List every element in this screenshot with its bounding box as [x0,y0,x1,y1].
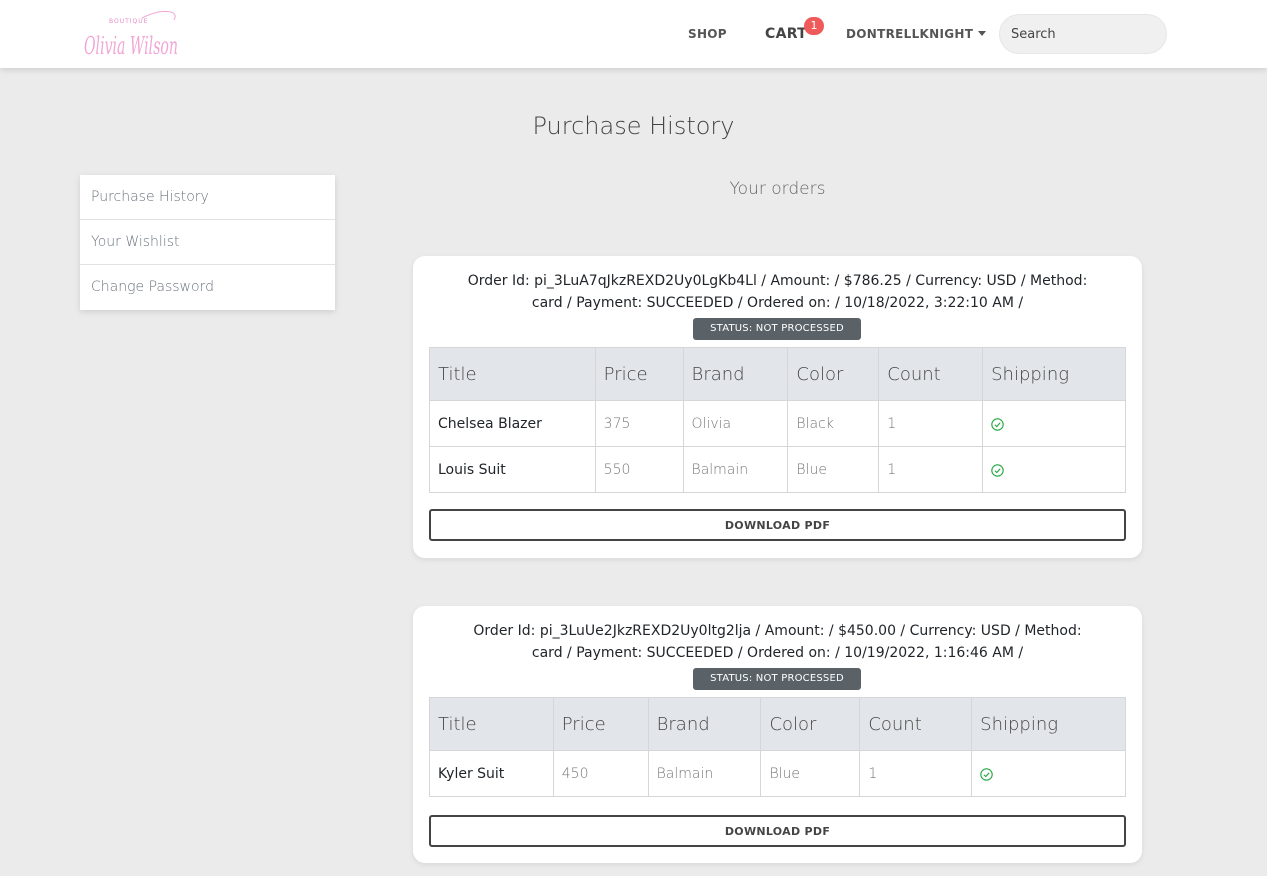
order-items-table: Title Price Brand Color Count Shipping C… [429,347,1126,493]
order-card: Order Id: pi_3LuA7qJkzREXD2Uy0LgKb4Ll / … [413,256,1142,558]
item-brand: Balmain [682,446,789,493]
item-brand: Olivia [682,400,789,447]
header-brand: Brand [647,697,762,751]
logo-small-text: BOUTIQUE [109,18,148,25]
order-info-line: card / Payment: SUCCEEDED / Ordered on: … [531,295,1024,311]
logo-script-text: Olivia Wilson [84,32,178,60]
header-title: Title [429,347,596,401]
order-items-table: Title Price Brand Color Count Shipping K… [429,697,1126,797]
header-count: Count [859,697,973,751]
search-input[interactable] [999,14,1167,54]
header-brand: Brand [682,347,789,401]
order-card: Order Id: pi_3LuUe2JkzREXD2Uy0ltg2lja / … [413,606,1142,863]
order-info-line: Order Id: pi_3LuA7qJkzREXD2Uy0LgKb4Ll / … [467,273,1088,289]
order-info: Order Id: pi_3LuA7qJkzREXD2Uy0LgKb4Ll / … [429,270,1126,314]
item-color: Blue [760,750,861,797]
item-count: 1 [859,750,973,797]
account-sidebar: Purchase History Your Wishlist Change Pa… [80,175,335,310]
item-count: 1 [878,446,984,493]
order-info-line: card / Payment: SUCCEEDED / Ordered on: … [531,645,1024,661]
item-title: Chelsea Blazer [429,400,596,447]
table-row: Kyler Suit 450 Balmain Blue 1 [429,750,1126,797]
sidebar-item-wishlist[interactable]: Your Wishlist [80,220,335,265]
navbar: BOUTIQUE Olivia Wilson SHOP CART 1 DONTR… [0,0,1267,68]
order-info-line: Order Id: pi_3LuUe2JkzREXD2Uy0ltg2lja / … [473,623,1082,639]
item-count: 1 [878,400,984,447]
download-pdf-button[interactable]: DOWNLOAD PDF [429,815,1126,847]
status-badge: STATUS: NOT PROCESSED [693,668,861,690]
item-price: 375 [594,400,684,447]
cart-count-badge: 1 [804,17,824,35]
nav-cart-link[interactable]: CART [765,0,807,68]
header-shipping: Shipping [971,697,1126,751]
order-info: Order Id: pi_3LuUe2JkzREXD2Uy0ltg2lja / … [429,620,1126,664]
check-circle-icon [991,463,1004,477]
table-row: Chelsea Blazer 375 Olivia Black 1 [429,400,1126,447]
header-title: Title [429,697,554,751]
caret-down-icon [978,31,987,36]
orders-subtitle: Your orders [729,179,826,199]
item-title: Louis Suit [429,446,596,493]
header-price: Price [594,347,684,401]
item-color: Blue [787,446,880,493]
user-name: DONTRELLKNIGHT [846,27,974,41]
item-color: Black [787,400,880,447]
item-price: 550 [594,446,684,493]
brand-logo[interactable]: BOUTIQUE Olivia Wilson [82,8,182,62]
user-dropdown[interactable]: DONTRELLKNIGHT [846,0,987,68]
item-shipping [982,446,1126,493]
table-header-row: Title Price Brand Color Count Shipping [429,697,1126,751]
header-count: Count [878,347,984,401]
check-circle-icon [991,417,1004,431]
header-color: Color [787,347,880,401]
table-header-row: Title Price Brand Color Count Shipping [429,347,1126,401]
check-circle-icon [980,767,993,781]
item-brand: Balmain [647,750,762,797]
sidebar-item-change-password[interactable]: Change Password [80,265,335,310]
page-title: Purchase History [532,112,735,140]
table-row: Louis Suit 550 Balmain Blue 1 [429,446,1126,493]
item-shipping [971,750,1126,797]
item-title: Kyler Suit [429,750,554,797]
item-price: 450 [552,750,649,797]
nav-shop-link[interactable]: SHOP [688,0,727,68]
header-shipping: Shipping [982,347,1126,401]
header-color: Color [760,697,861,751]
sidebar-item-purchase-history[interactable]: Purchase History [80,175,335,220]
item-shipping [982,400,1126,447]
header-price: Price [552,697,649,751]
status-badge: STATUS: NOT PROCESSED [693,318,861,340]
download-pdf-button[interactable]: DOWNLOAD PDF [429,509,1126,541]
